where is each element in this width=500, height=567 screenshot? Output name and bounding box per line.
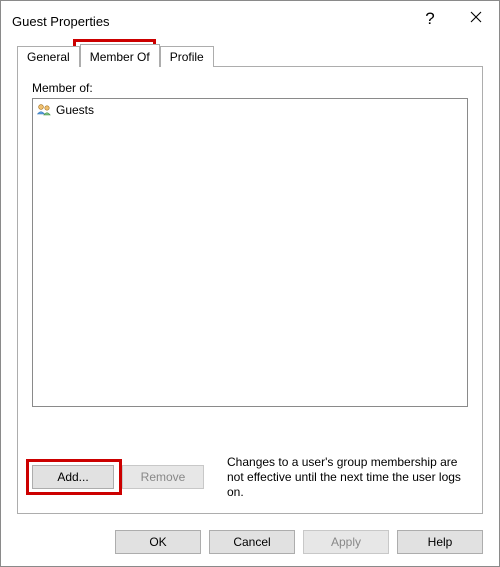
close-button[interactable] — [453, 1, 499, 35]
membership-note: Changes to a user's group membership are… — [227, 455, 468, 500]
list-item-label: Guests — [56, 103, 94, 117]
apply-button: Apply — [303, 530, 389, 554]
titlebar-buttons: ? — [407, 1, 499, 41]
help-footer-button[interactable]: Help — [397, 530, 483, 554]
tab-member-of[interactable]: Member Of — [80, 44, 160, 67]
dialog-footer: OK Cancel Apply Help — [1, 518, 499, 566]
add-button[interactable]: Add... — [32, 465, 114, 489]
titlebar: Guest Properties ? — [1, 1, 499, 41]
cancel-button[interactable]: Cancel — [209, 530, 295, 554]
close-icon — [470, 11, 482, 26]
help-icon: ? — [425, 10, 434, 27]
window-title: Guest Properties — [12, 14, 110, 29]
list-item[interactable]: Guests — [35, 101, 465, 119]
member-of-label: Member of: — [32, 81, 468, 95]
remove-button: Remove — [122, 465, 204, 489]
tab-general[interactable]: General — [17, 46, 80, 67]
group-icon — [36, 102, 52, 118]
ok-button[interactable]: OK — [115, 530, 201, 554]
help-button[interactable]: ? — [407, 1, 453, 35]
tab-body: Member of: Guests Add... — [17, 67, 483, 514]
tab-footer: Add... Remove Changes to a user's group … — [32, 455, 468, 501]
guest-properties-dialog: Guest Properties ? General Member Of Pro… — [0, 0, 500, 567]
tab-profile[interactable]: Profile — [160, 46, 214, 67]
member-of-listbox[interactable]: Guests — [32, 98, 468, 407]
tab-strip: General Member Of Profile — [17, 43, 483, 67]
